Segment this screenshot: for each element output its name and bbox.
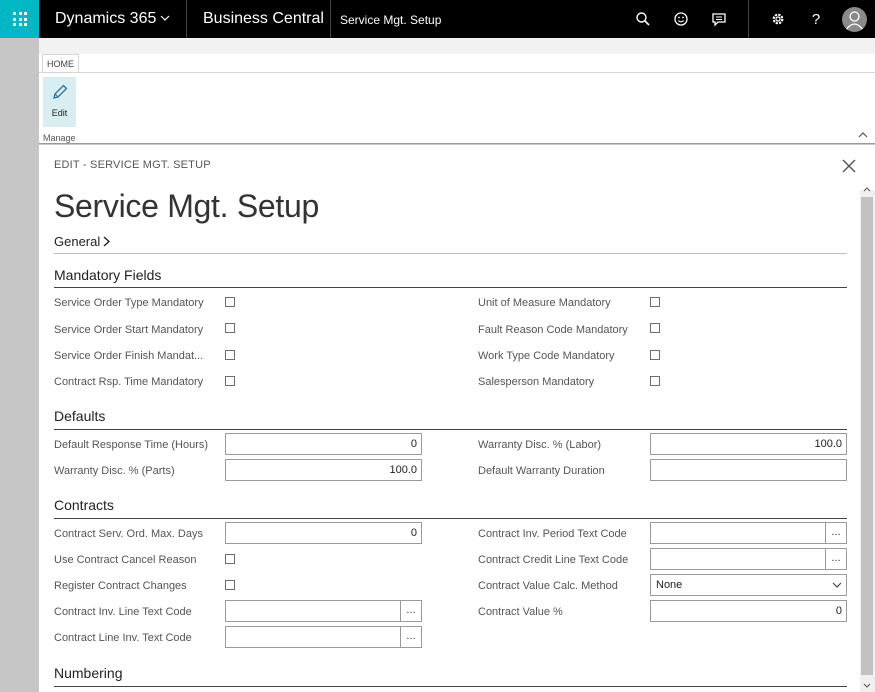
checkbox-service-order-start[interactable] bbox=[225, 323, 235, 333]
checkbox-service-order-type[interactable] bbox=[225, 297, 235, 307]
gear-icon[interactable] bbox=[769, 10, 787, 28]
chevron-down-icon[interactable] bbox=[160, 13, 170, 23]
label-contract-inv-period-text-code: Contract Inv. Period Text Code bbox=[478, 528, 627, 540]
lookup-button[interactable]: ... bbox=[401, 600, 422, 622]
svg-text:?: ? bbox=[812, 11, 820, 28]
chevron-right-icon bbox=[103, 236, 111, 247]
divider bbox=[748, 0, 749, 38]
divider bbox=[186, 0, 187, 38]
user-icon bbox=[845, 11, 864, 31]
tab-home[interactable]: HOME bbox=[42, 54, 79, 72]
label-contract-value-pct: Contract Value % bbox=[478, 606, 563, 618]
warranty-disc-labor-field[interactable]: 100.0 bbox=[650, 433, 847, 455]
label-service-order-finish: Service Order Finish Mandat... bbox=[54, 350, 204, 362]
warranty-disc-parts-field[interactable]: 100.0 bbox=[225, 459, 422, 481]
divider bbox=[54, 429, 847, 430]
group-title-defaults: Defaults bbox=[54, 408, 106, 424]
avatar[interactable] bbox=[842, 7, 867, 32]
checkbox-service-order-finish[interactable] bbox=[225, 350, 235, 360]
contract-inv-period-text-code-field[interactable] bbox=[650, 522, 826, 544]
page-content: EDIT - SERVICE MGT. SETUP Service Mgt. S… bbox=[39, 145, 875, 692]
chevron-down-icon bbox=[832, 582, 842, 588]
edit-caption: EDIT - SERVICE MGT. SETUP bbox=[54, 159, 211, 171]
edit-button-label: Edit bbox=[51, 108, 68, 118]
label-default-warranty-duration: Default Warranty Duration bbox=[478, 465, 605, 477]
label-work-type-code: Work Type Code Mandatory bbox=[478, 350, 615, 362]
checkbox-contract-rsp-time[interactable] bbox=[225, 376, 235, 386]
divider bbox=[54, 518, 847, 519]
lookup-button[interactable]: ... bbox=[826, 522, 847, 544]
lookup-button[interactable]: ... bbox=[401, 626, 422, 648]
group-title-mandatory: Mandatory Fields bbox=[54, 267, 162, 283]
default-warranty-duration-field[interactable] bbox=[650, 459, 847, 481]
label-service-order-start: Service Order Start Mandatory bbox=[54, 324, 204, 336]
chevron-up-icon[interactable] bbox=[858, 130, 868, 140]
help-icon[interactable]: ? bbox=[807, 10, 825, 28]
checkbox-unit-of-measure[interactable] bbox=[650, 297, 660, 307]
label-contract-line-inv-text-code: Contract Line Inv. Text Code bbox=[54, 632, 192, 644]
label-contract-inv-line-text-code: Contract Inv. Line Text Code bbox=[54, 606, 192, 618]
lookup-button[interactable]: ... bbox=[826, 548, 847, 570]
label-fault-reason-code: Fault Reason Code Mandatory bbox=[478, 324, 628, 336]
contract-value-pct-field[interactable]: 0 bbox=[650, 600, 847, 622]
waffle-icon bbox=[13, 12, 27, 26]
divider bbox=[39, 72, 875, 73]
scroll-down-arrow-icon[interactable] bbox=[862, 680, 872, 690]
notifications-icon[interactable] bbox=[710, 10, 728, 28]
checkbox-register-contract-changes[interactable] bbox=[225, 580, 235, 590]
divider bbox=[54, 287, 847, 288]
label-register-contract-changes: Register Contract Changes bbox=[54, 580, 187, 592]
label-contract-serv-ord-max-days: Contract Serv. Ord. Max. Days bbox=[54, 528, 203, 540]
label-default-response-time: Default Response Time (Hours) bbox=[54, 439, 209, 451]
app-launcher-button[interactable] bbox=[0, 0, 39, 38]
contract-inv-line-text-code-field[interactable] bbox=[225, 600, 401, 622]
fasttab-general[interactable]: General bbox=[54, 234, 111, 249]
edit-button[interactable]: Edit bbox=[43, 77, 76, 127]
contract-value-calc-method-select[interactable]: None bbox=[650, 574, 847, 596]
select-value: None bbox=[656, 579, 683, 591]
action-ribbon: HOME Edit Manage bbox=[39, 38, 875, 144]
label-warranty-disc-labor: Warranty Disc. % (Labor) bbox=[478, 439, 602, 451]
brand-name[interactable]: Dynamics 365 bbox=[55, 10, 156, 28]
label-service-order-type: Service Order Type Mandatory bbox=[54, 297, 204, 309]
contract-credit-line-text-code-field[interactable] bbox=[650, 548, 826, 570]
label-contract-value-calc-method: Contract Value Calc. Method bbox=[478, 580, 618, 592]
scrollbar-thumb[interactable] bbox=[861, 197, 873, 675]
ribbon-header-strip bbox=[39, 38, 875, 54]
label-unit-of-measure: Unit of Measure Mandatory bbox=[478, 297, 611, 309]
label-salesperson: Salesperson Mandatory bbox=[478, 376, 595, 388]
checkbox-use-contract-cancel-reason[interactable] bbox=[225, 554, 235, 564]
close-icon[interactable] bbox=[841, 158, 857, 174]
group-title-contracts: Contracts bbox=[54, 497, 114, 513]
top-bar: Dynamics 365 Business Central Service Mg… bbox=[0, 0, 875, 38]
checkbox-work-type-code[interactable] bbox=[650, 350, 660, 360]
checkbox-salesperson[interactable] bbox=[650, 376, 660, 386]
page-title: Service Mgt. Setup bbox=[54, 188, 319, 224]
contract-serv-ord-max-days-field[interactable]: 0 bbox=[225, 522, 422, 544]
label-contract-credit-line-text-code: Contract Credit Line Text Code bbox=[478, 554, 629, 566]
default-response-time-field[interactable]: 0 bbox=[225, 433, 422, 455]
pencil-icon bbox=[53, 84, 68, 99]
smiley-icon[interactable] bbox=[672, 10, 690, 28]
breadcrumb: Service Mgt. Setup bbox=[340, 13, 442, 27]
search-icon[interactable] bbox=[634, 10, 652, 28]
checkbox-fault-reason-code[interactable] bbox=[650, 323, 660, 333]
divider bbox=[54, 686, 847, 687]
product-name[interactable]: Business Central bbox=[203, 10, 324, 28]
scroll-up-arrow-icon[interactable] bbox=[862, 185, 872, 195]
label-contract-rsp-time: Contract Rsp. Time Mandatory bbox=[54, 376, 204, 388]
contract-line-inv-text-code-field[interactable] bbox=[225, 626, 401, 648]
label-use-contract-cancel-reason: Use Contract Cancel Reason bbox=[54, 554, 197, 566]
fasttab-label: General bbox=[54, 234, 101, 249]
divider bbox=[54, 253, 847, 254]
ribbon-group-label: Manage bbox=[43, 133, 76, 143]
divider bbox=[330, 0, 331, 38]
label-warranty-disc-parts: Warranty Disc. % (Parts) bbox=[54, 465, 175, 477]
group-title-numbering: Numbering bbox=[54, 665, 123, 681]
